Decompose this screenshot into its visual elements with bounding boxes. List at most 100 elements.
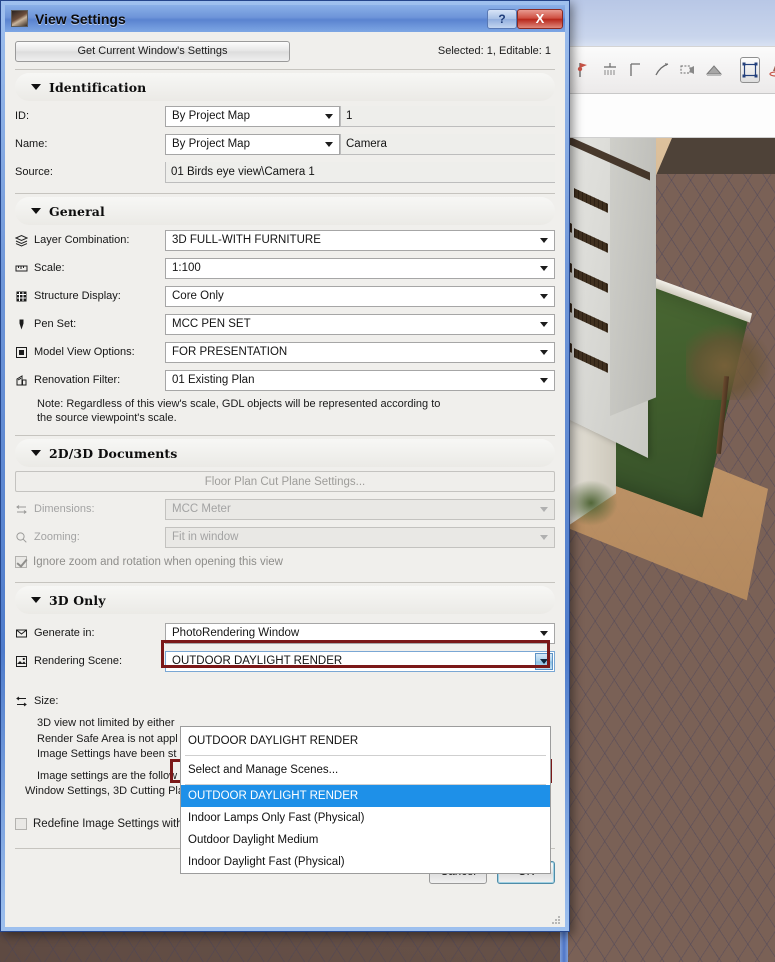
title-bar[interactable]: View Settings ? X xyxy=(5,5,565,32)
dimensions-combo: MCC Meter xyxy=(165,498,555,520)
window-buttons: ? X xyxy=(487,8,565,29)
view-settings-dialog: View Settings ? X Get Current Window's S… xyxy=(0,0,570,932)
generate-icon xyxy=(16,629,27,637)
close-button[interactable]: X xyxy=(517,8,563,29)
dimensions-label: Dimensions: xyxy=(15,503,165,516)
rendering-scene-label: Rendering Scene: xyxy=(15,655,165,668)
chevron-down-icon xyxy=(325,114,333,119)
window-title: View Settings xyxy=(35,10,126,27)
row-rendering-scene: Rendering Scene: OUTDOOR DAYLIGHT RENDER xyxy=(15,648,555,674)
general-note-line1: Note: Regardless of this view's scale, G… xyxy=(37,398,441,410)
redefine-image-settings-checkbox[interactable] xyxy=(15,817,27,830)
dimension-tool-icon[interactable] xyxy=(600,59,620,81)
name-mode-combo[interactable]: By Project Map xyxy=(165,133,340,155)
chevron-down-icon xyxy=(325,142,333,147)
label-text: Generate in: xyxy=(34,627,95,639)
section-header-identification[interactable]: Identification xyxy=(15,73,555,101)
renovation-filter-combo[interactable]: 01 Existing Plan xyxy=(165,369,555,391)
camera-tool-icon[interactable] xyxy=(678,59,698,81)
general-note-line2: the source viewpoint's scale. xyxy=(37,412,177,424)
generate-in-combo[interactable]: PhotoRendering Window xyxy=(165,622,555,644)
structure-display-label: Structure Display: xyxy=(15,290,165,303)
object-tool-icon[interactable] xyxy=(740,57,760,83)
chevron-down-icon xyxy=(31,450,41,456)
ignore-zoom-row: Ignore zoom and rotation when opening th… xyxy=(15,552,555,572)
chevron-down-icon xyxy=(31,84,41,90)
dropdown-current-item[interactable]: OUTDOOR DAYLIGHT RENDER xyxy=(181,727,550,755)
row-generate-in: Generate in: PhotoRendering Window xyxy=(15,620,555,646)
section-header-3d-only[interactable]: 3D Only xyxy=(15,586,555,614)
section-title: 2D/3D Documents xyxy=(49,445,178,461)
help-button[interactable]: ? xyxy=(487,8,517,29)
model-view-options-label: Model View Options: xyxy=(15,346,165,359)
chevron-down-icon xyxy=(540,322,548,327)
divider xyxy=(15,69,555,70)
ruler-icon xyxy=(15,265,28,271)
generate-in-value: PhotoRendering Window xyxy=(172,627,300,639)
pen-icon xyxy=(19,319,24,329)
general-note: Note: Regardless of this view's scale, G… xyxy=(15,397,555,425)
label-text: Zooming: xyxy=(34,531,80,543)
scale-label: Scale: xyxy=(15,262,165,275)
id-value-field[interactable]: 1 xyxy=(340,105,555,127)
floor-plan-cut-plane-settings-button: Floor Plan Cut Plane Settings... xyxy=(15,471,555,492)
render-tree-canopy xyxy=(686,324,772,400)
row-id: ID: By Project Map 1 xyxy=(15,103,555,129)
row-zooming: Zooming: Fit in window xyxy=(15,524,555,550)
rendering-scene-dropdown-list[interactable]: OUTDOOR DAYLIGHT RENDER Select and Manag… xyxy=(180,726,551,874)
dropdown-manage-scenes-item[interactable]: Select and Manage Scenes... xyxy=(181,756,550,784)
row-source: Source: 01 Birds eye view\Camera 1 xyxy=(15,159,555,185)
chevron-down-icon xyxy=(540,507,548,512)
layers-icon xyxy=(15,234,28,247)
section-header-general[interactable]: General xyxy=(15,197,555,225)
structure-display-combo[interactable]: Core Only xyxy=(165,285,555,307)
angle-tool-icon[interactable] xyxy=(626,59,646,81)
name-value-field[interactable]: Camera xyxy=(340,133,555,155)
renovation-icon xyxy=(16,374,27,385)
size-icon xyxy=(16,696,27,706)
label-text: Model View Options: xyxy=(34,346,135,358)
lamp-tool-icon[interactable] xyxy=(766,59,775,81)
label-text: Pen Set: xyxy=(34,318,77,330)
section-title: 3D Only xyxy=(49,592,106,608)
roof-tool-icon[interactable] xyxy=(704,59,724,81)
zooming-combo: Fit in window xyxy=(165,526,555,548)
chevron-down-icon xyxy=(31,597,41,603)
window-icon xyxy=(16,346,27,358)
label-text: Layer Combination: xyxy=(34,234,130,246)
row-renovation-filter: Renovation Filter: 01 Existing Plan xyxy=(15,367,555,393)
model-view-options-combo[interactable]: FOR PRESENTATION xyxy=(165,341,555,363)
scale-combo[interactable]: 1:100 xyxy=(165,257,555,279)
grid-icon xyxy=(16,291,27,301)
section-title: General xyxy=(49,203,105,219)
dropdown-option-indoor-daylight-fast[interactable]: Indoor Daylight Fast (Physical) xyxy=(181,851,550,873)
id-label: ID: xyxy=(15,110,30,122)
section-header-documents[interactable]: 2D/3D Documents xyxy=(15,439,555,467)
dropdown-option-indoor-lamps-only-fast[interactable]: Indoor Lamps Only Fast (Physical) xyxy=(181,807,550,829)
resize-grip[interactable] xyxy=(550,914,560,924)
rendering-scene-combo[interactable]: OUTDOOR DAYLIGHT RENDER xyxy=(165,650,555,672)
row-model-view-options: Model View Options: FOR PRESENTATION xyxy=(15,339,555,365)
id-mode-combo[interactable]: By Project Map xyxy=(165,105,340,127)
marker-tool-icon[interactable] xyxy=(574,59,594,81)
dialog-body: Get Current Window's Settings Selected: … xyxy=(5,32,565,927)
chevron-down-icon xyxy=(540,266,548,271)
zooming-label: Zooming: xyxy=(15,531,165,544)
top-row: Get Current Window's Settings Selected: … xyxy=(15,38,555,64)
pen-set-combo[interactable]: MCC PEN SET xyxy=(165,313,555,335)
radial-dimension-icon[interactable] xyxy=(652,59,672,81)
dropdown-option-outdoor-daylight-render[interactable]: OUTDOOR DAYLIGHT RENDER xyxy=(181,785,550,807)
rendering-scene-dropdown-button[interactable] xyxy=(535,652,553,670)
chevron-down-icon xyxy=(31,208,41,214)
label-text: Scale: xyxy=(34,262,65,274)
chevron-down-icon xyxy=(540,631,548,636)
dropdown-option-outdoor-daylight-medium[interactable]: Outdoor Daylight Medium xyxy=(181,829,550,851)
source-label: Source: xyxy=(15,166,53,178)
scene-icon xyxy=(16,655,27,667)
layer-combination-label: Layer Combination: xyxy=(15,234,165,247)
layer-combination-combo[interactable]: 3D FULL-WITH FURNITURE xyxy=(165,229,555,251)
label-text: Size: xyxy=(34,695,59,707)
get-current-window-settings-button[interactable]: Get Current Window's Settings xyxy=(15,40,290,62)
layer-combination-value: 3D FULL-WITH FURNITURE xyxy=(172,234,321,246)
row-size: Size: xyxy=(15,688,555,714)
